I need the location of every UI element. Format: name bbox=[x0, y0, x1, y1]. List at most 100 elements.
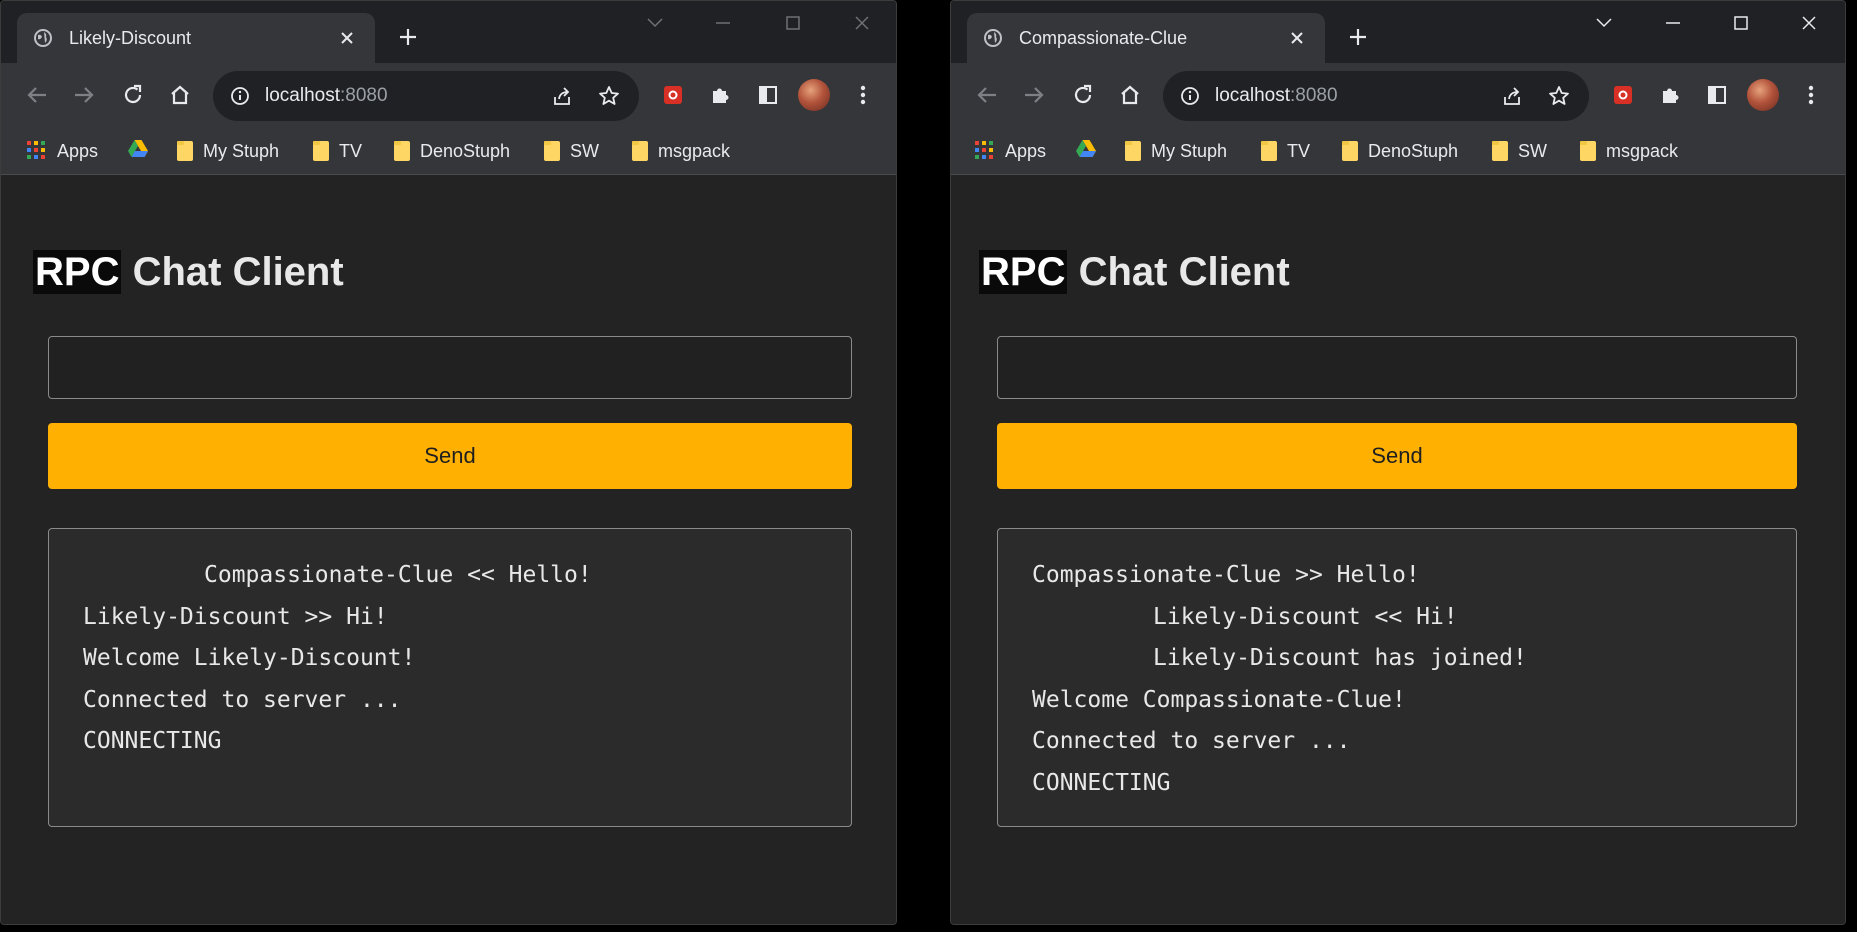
maximize-icon[interactable] bbox=[1721, 9, 1761, 37]
folder-icon bbox=[1580, 141, 1596, 161]
folder-icon bbox=[394, 141, 410, 161]
bookmark-folder[interactable]: msgpack bbox=[632, 135, 730, 167]
page-title: RPC Chat Client bbox=[33, 250, 344, 295]
kebab-menu-icon[interactable] bbox=[1795, 79, 1827, 111]
log-line: Compassionate-Clue << Hello! bbox=[204, 562, 592, 588]
folder-icon bbox=[313, 141, 329, 161]
send-button[interactable]: Send bbox=[997, 423, 1797, 489]
bookmark-drive[interactable] bbox=[127, 135, 149, 167]
reload-icon[interactable] bbox=[117, 79, 149, 111]
url-port: :8080 bbox=[1290, 85, 1338, 106]
url-text: localhost:8080 bbox=[265, 85, 388, 107]
title-highlight: RPC bbox=[33, 250, 122, 294]
avatar[interactable] bbox=[798, 79, 830, 111]
info-icon[interactable] bbox=[1179, 85, 1201, 107]
tab-title: Compassionate-Clue bbox=[1019, 27, 1188, 48]
folder-icon bbox=[1261, 141, 1277, 161]
tab-title: Likely-Discount bbox=[69, 27, 192, 48]
minimize-icon[interactable] bbox=[703, 9, 743, 37]
bookmark-label: DenoStuph bbox=[1368, 140, 1459, 161]
home-icon[interactable] bbox=[164, 79, 196, 111]
folder-icon bbox=[177, 141, 193, 161]
side-panel-icon[interactable] bbox=[752, 79, 784, 111]
close-window-icon[interactable] bbox=[1789, 9, 1829, 37]
bookmark-apps[interactable]: Apps bbox=[27, 135, 98, 167]
kebab-menu-icon[interactable] bbox=[847, 79, 879, 111]
send-button[interactable]: Send bbox=[48, 423, 852, 489]
record-extension-icon[interactable] bbox=[1607, 79, 1639, 111]
back-arrow-icon[interactable] bbox=[21, 79, 53, 111]
info-icon[interactable] bbox=[229, 85, 251, 107]
bookmark-folder[interactable]: SW bbox=[544, 135, 599, 167]
address-bar[interactable]: localhost:8080 bbox=[1163, 71, 1589, 121]
url-host: localhost bbox=[265, 85, 340, 106]
plus-icon[interactable] bbox=[393, 22, 423, 52]
bookmark-folder[interactable]: DenoStuph bbox=[1342, 135, 1458, 167]
share-icon[interactable] bbox=[1499, 83, 1525, 109]
chevron-down-icon[interactable] bbox=[1584, 9, 1624, 37]
close-icon[interactable] bbox=[335, 26, 359, 50]
tab-active[interactable]: Likely-Discount bbox=[17, 13, 375, 63]
plus-icon[interactable] bbox=[1343, 22, 1373, 52]
log-line: Welcome Likely-Discount! bbox=[83, 645, 416, 671]
message-input[interactable] bbox=[997, 336, 1797, 399]
bookmark-label: Apps bbox=[57, 140, 99, 161]
bookmark-apps[interactable]: Apps bbox=[975, 135, 1046, 167]
minimize-icon[interactable] bbox=[1653, 9, 1693, 37]
folder-icon bbox=[632, 141, 648, 161]
forward-arrow-icon[interactable] bbox=[68, 79, 100, 111]
star-icon[interactable] bbox=[1546, 83, 1572, 109]
address-bar[interactable]: localhost:8080 bbox=[213, 71, 639, 121]
log-line: CONNECTING bbox=[83, 728, 222, 754]
globe-icon bbox=[983, 28, 1003, 48]
title-highlight: RPC bbox=[979, 250, 1068, 294]
share-icon[interactable] bbox=[549, 83, 575, 109]
bookmark-label: DenoStuph bbox=[420, 140, 511, 161]
title-rest: Chat Client bbox=[121, 250, 344, 294]
bookmark-folder[interactable]: DenoStuph bbox=[394, 135, 510, 167]
side-panel-icon[interactable] bbox=[1701, 79, 1733, 111]
bookmark-label: msgpack bbox=[1606, 140, 1679, 161]
browser-window-left: Likely-Discount localhost:8080 Apps My S… bbox=[0, 0, 897, 925]
apps-grid-icon bbox=[975, 141, 995, 161]
puzzle-icon[interactable] bbox=[704, 79, 736, 111]
log-line: CONNECTING bbox=[1032, 769, 1171, 796]
log-line: Welcome Compassionate-Clue! bbox=[1032, 686, 1406, 713]
back-arrow-icon[interactable] bbox=[971, 79, 1003, 111]
log-line: Connected to server ... bbox=[83, 686, 402, 713]
log-line: Likely-Discount >> Hi! bbox=[83, 603, 388, 630]
bookmark-folder[interactable]: msgpack bbox=[1580, 135, 1678, 167]
chat-log: Compassionate-Clue >> Hello! Likely-Disc… bbox=[997, 528, 1797, 827]
home-icon[interactable] bbox=[1114, 79, 1146, 111]
star-icon[interactable] bbox=[596, 83, 622, 109]
google-drive-icon bbox=[127, 139, 149, 164]
bookmark-folder[interactable]: TV bbox=[1261, 135, 1310, 167]
puzzle-icon[interactable] bbox=[1654, 79, 1686, 111]
bookmark-folder[interactable]: SW bbox=[1492, 135, 1547, 167]
bookmarks-bar: Apps My Stuph TV DenoStuph SW msgpack bbox=[1, 127, 896, 175]
url-port: :8080 bbox=[340, 85, 388, 106]
message-input[interactable] bbox=[48, 336, 852, 399]
folder-icon bbox=[1492, 141, 1508, 161]
avatar[interactable] bbox=[1747, 79, 1779, 111]
log-line: Compassionate-Clue >> Hello! bbox=[1032, 562, 1420, 588]
bookmark-folder[interactable]: TV bbox=[313, 135, 362, 167]
bookmark-label: SW bbox=[570, 140, 599, 161]
close-icon[interactable] bbox=[1285, 26, 1309, 50]
close-window-icon[interactable] bbox=[842, 9, 882, 37]
bookmark-label: msgpack bbox=[658, 140, 731, 161]
bookmark-folder[interactable]: My Stuph bbox=[177, 135, 279, 167]
url-host: localhost bbox=[1215, 85, 1290, 106]
reload-icon[interactable] bbox=[1067, 79, 1099, 111]
browser-window-right: Compassionate-Clue localhost:8080 Apps M… bbox=[950, 0, 1846, 925]
bookmark-folder[interactable]: My Stuph bbox=[1125, 135, 1227, 167]
tab-active[interactable]: Compassionate-Clue bbox=[967, 13, 1325, 63]
chevron-down-icon[interactable] bbox=[635, 9, 675, 37]
bookmark-drive[interactable] bbox=[1075, 135, 1097, 167]
record-extension-icon[interactable] bbox=[657, 79, 689, 111]
page-content: RPC Chat Client Send Compassionate-Clue … bbox=[951, 176, 1845, 924]
maximize-icon[interactable] bbox=[773, 9, 813, 37]
forward-arrow-icon[interactable] bbox=[1018, 79, 1050, 111]
url-text: localhost:8080 bbox=[1215, 85, 1338, 107]
folder-icon bbox=[1342, 141, 1358, 161]
